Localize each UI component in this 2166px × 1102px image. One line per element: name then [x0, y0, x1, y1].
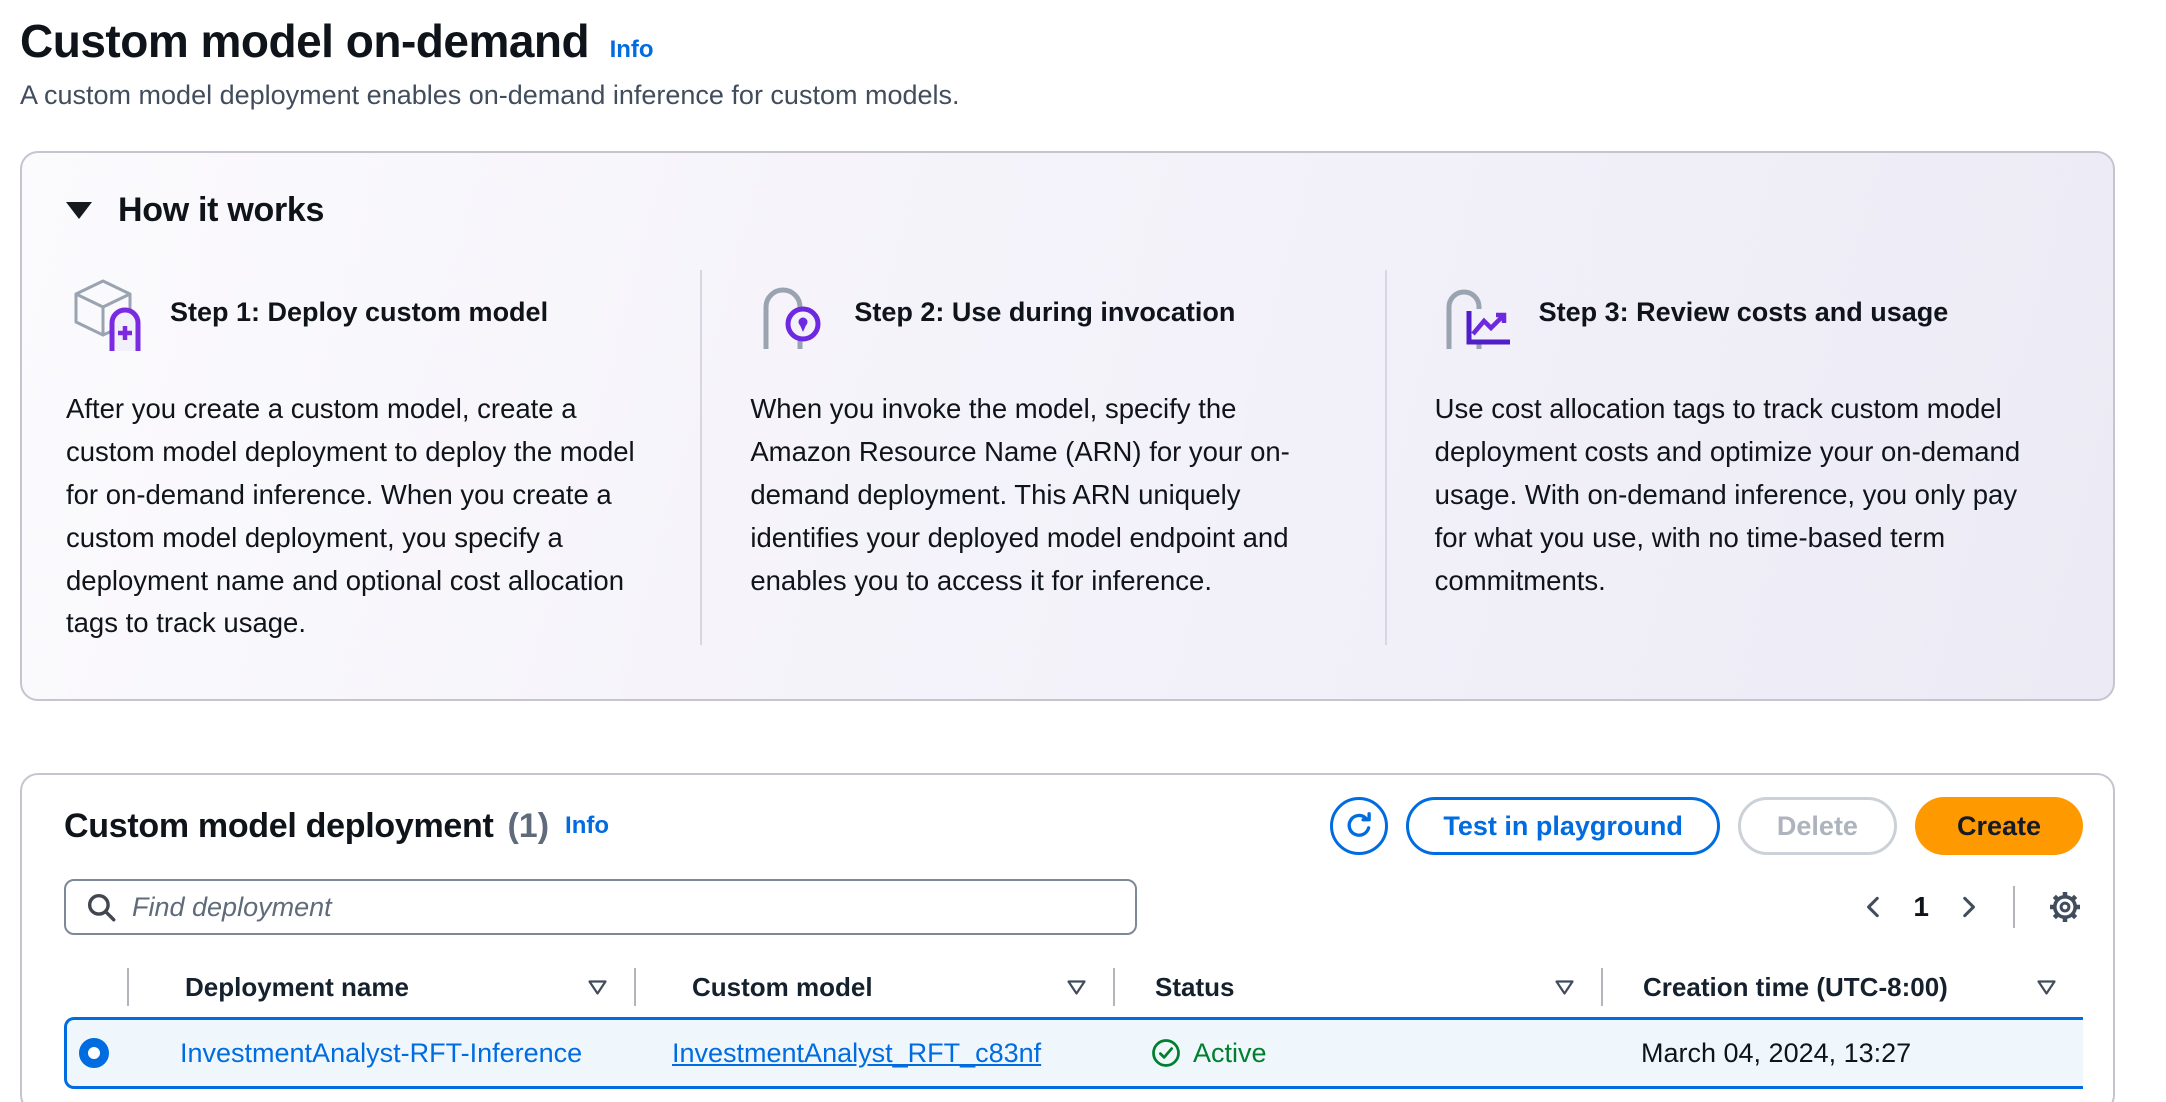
search-input[interactable]	[132, 892, 1117, 923]
chevron-right-icon	[1955, 894, 1981, 920]
search-box[interactable]	[64, 879, 1137, 935]
current-page[interactable]: 1	[1913, 891, 1929, 923]
page-title: Custom model on-demand	[20, 15, 589, 67]
page: Custom model on-demand Info A custom mod…	[0, 0, 2166, 1102]
column-header-creation-time[interactable]: Creation time (UTC-8:00)	[1601, 968, 2083, 1006]
step-3-title: Step 3: Review costs and usage	[1539, 297, 1949, 328]
step-1-body: After you create a custom model, create …	[66, 388, 658, 645]
deployments-info-link[interactable]: Info	[565, 812, 609, 840]
table-row[interactable]: InvestmentAnalyst-RFT-Inference Investme…	[64, 1017, 2083, 1089]
row-radio-selected[interactable]	[79, 1038, 109, 1068]
status-badge: Active	[1193, 1038, 1267, 1069]
deployments-panel: Custom model deployment (1) Info Test in…	[20, 773, 2115, 1102]
table-header-row: Deployment name Custom model Status	[64, 957, 2083, 1017]
step-1-column: Step 1: Deploy custom model After you cr…	[66, 270, 700, 645]
step-2-column: Step 2: Use during invocation When you i…	[700, 270, 1384, 645]
how-it-works-panel: How it works	[20, 151, 2115, 701]
sort-icon[interactable]	[1066, 979, 1087, 996]
divider	[2013, 886, 2015, 928]
search-icon	[84, 890, 118, 924]
create-button[interactable]: Create	[1915, 797, 2083, 855]
deployment-name-link[interactable]: InvestmentAnalyst-RFT-Inference	[180, 1038, 582, 1069]
how-it-works-columns: Step 1: Deploy custom model After you cr…	[66, 270, 2069, 645]
page-info-link[interactable]: Info	[610, 36, 654, 63]
step-1-title: Step 1: Deploy custom model	[170, 297, 548, 328]
deployments-table: Deployment name Custom model Status	[64, 957, 2083, 1089]
chevron-left-icon	[1861, 894, 1887, 920]
deployments-count: (1)	[507, 807, 549, 846]
caret-down-icon	[66, 202, 92, 219]
refresh-icon	[1343, 810, 1375, 842]
next-page-button[interactable]	[1955, 894, 1981, 920]
column-header-custom-model[interactable]: Custom model	[634, 968, 1113, 1006]
check-circle-icon	[1151, 1038, 1181, 1068]
deploy-model-icon	[66, 271, 146, 353]
previous-page-button[interactable]	[1861, 894, 1887, 920]
refresh-button[interactable]	[1330, 797, 1388, 855]
step-3-body: Use cost allocation tags to track custom…	[1435, 388, 2027, 602]
select-all-header	[64, 968, 127, 1006]
creation-time-cell: March 04, 2024, 13:27	[1601, 1038, 2083, 1069]
step-3-column: Step 3: Review costs and usage Use cost …	[1385, 270, 2069, 645]
how-it-works-title: How it works	[118, 191, 324, 230]
how-it-works-toggle[interactable]: How it works	[66, 191, 2069, 230]
column-header-deployment-name[interactable]: Deployment name	[127, 968, 634, 1006]
sort-icon[interactable]	[2036, 979, 2057, 996]
step-2-body: When you invoke the model, specify the A…	[750, 388, 1342, 602]
costs-usage-icon	[1435, 271, 1515, 353]
table-settings-button[interactable]	[2047, 889, 2083, 925]
sort-icon[interactable]	[1554, 979, 1575, 996]
deployments-title: Custom model deployment	[64, 807, 493, 846]
sort-icon[interactable]	[587, 979, 608, 996]
delete-button[interactable]: Delete	[1738, 797, 1897, 855]
page-header: Custom model on-demand Info A custom mod…	[20, 14, 2115, 111]
column-header-status[interactable]: Status	[1113, 968, 1601, 1006]
test-in-playground-button[interactable]: Test in playground	[1406, 797, 1720, 855]
settings-gear-icon	[2047, 889, 2083, 925]
pagination: 1	[1861, 886, 2083, 928]
invocation-icon	[750, 271, 830, 353]
page-subtitle: A custom model deployment enables on-dem…	[20, 80, 2115, 111]
step-2-title: Step 2: Use during invocation	[854, 297, 1235, 328]
custom-model-link[interactable]: InvestmentAnalyst_RFT_c83nf	[672, 1038, 1041, 1069]
